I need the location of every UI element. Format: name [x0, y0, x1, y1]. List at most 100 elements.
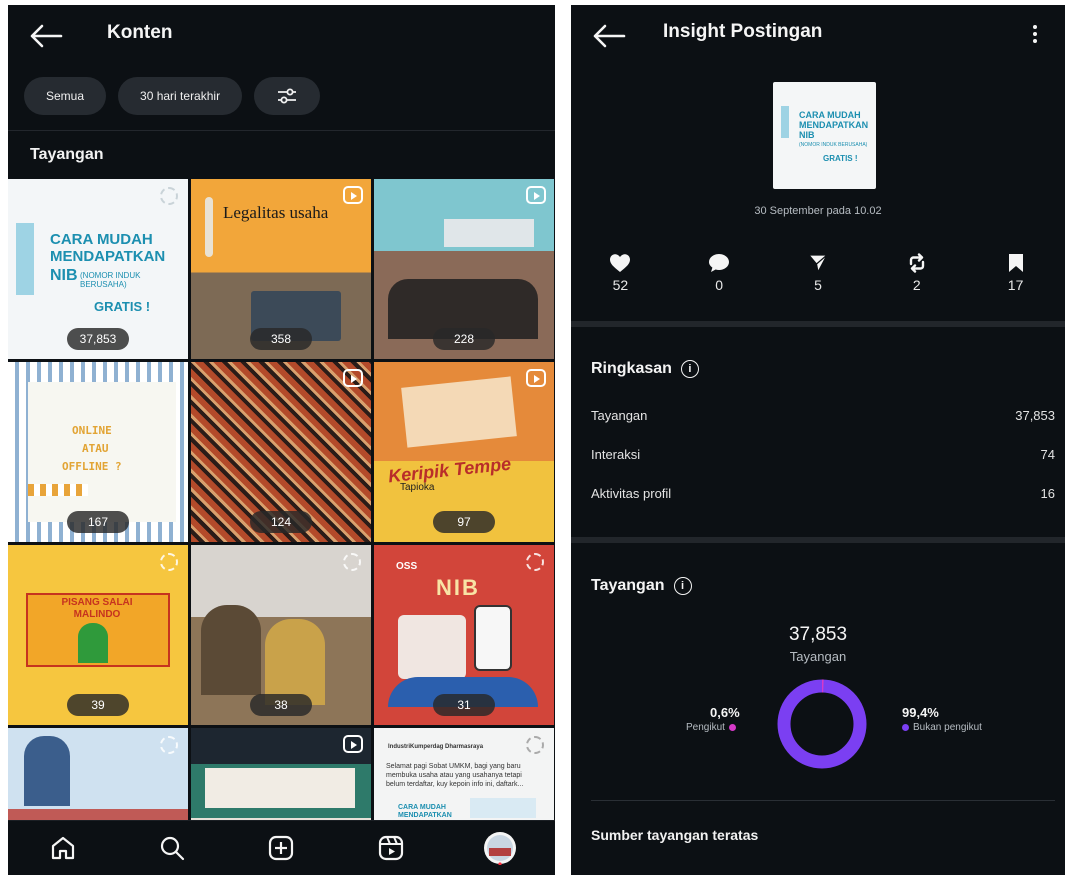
row-label: Tayangan [591, 408, 648, 423]
carousel-icon [343, 553, 361, 571]
reel-icon [526, 369, 546, 387]
tile-subtitle: ATAU [82, 442, 109, 455]
saves-metric: 17 [966, 253, 1065, 293]
view-count: 228 [433, 328, 495, 350]
summary-heading: Ringkasan i [591, 360, 699, 378]
followers-percent: 0,6% [710, 705, 740, 720]
comments-count: 0 [715, 277, 724, 293]
comment-icon [709, 254, 730, 272]
row-value: 16 [1040, 486, 1055, 501]
reel-icon [343, 186, 363, 204]
divider [8, 130, 555, 131]
post-tile[interactable]: 38 [191, 545, 371, 725]
post-date: 30 September pada 10.02 [754, 205, 882, 217]
reel-icon [526, 186, 546, 204]
nonfollowers-dot [902, 724, 909, 731]
post-tile[interactable]: ONLINE ATAU OFFLINE ? 167 [8, 362, 188, 542]
nav-search[interactable] [152, 828, 192, 868]
nav-home[interactable] [43, 828, 83, 868]
view-count: 37,853 [67, 328, 129, 350]
nav-reels[interactable] [371, 828, 411, 868]
row-label: Interaksi [591, 447, 641, 462]
tile-graphic [398, 615, 466, 679]
views-title: Tayangan [591, 577, 665, 594]
post-tile[interactable]: PISANG SALAI MALINDO 39 [8, 545, 188, 725]
saves-count: 17 [1007, 277, 1024, 293]
tile-graphic [474, 605, 512, 671]
post-tile[interactable]: CARA MUDAH MENDAPATKAN NIB (NOMOR INDUK … [8, 179, 188, 359]
create-icon [269, 835, 294, 861]
likes-metric: 52 [571, 253, 670, 293]
view-count: 167 [67, 511, 129, 533]
nonfollowers-percent: 99,4% [902, 705, 939, 720]
views-total: 37,853 [788, 624, 848, 645]
nonfollowers-legend: Bukan pengikut [902, 722, 982, 733]
post-tile[interactable]: Legalitas usaha 358 [191, 179, 371, 359]
shares-metric: 5 [769, 253, 868, 293]
save-icon [1008, 254, 1023, 272]
oss-badge: OSS [396, 561, 418, 572]
insight-screen: Insight Postingan CARA MUDAH MENDAPATKAN… [571, 5, 1065, 875]
thumbnail-heading: CARA MUDAH MENDAPATKAN NIB [799, 110, 869, 140]
post-thumbnail[interactable]: CARA MUDAH MENDAPATKAN NIB (NOMOR INDUK … [773, 82, 876, 189]
nav-profile[interactable] [480, 828, 520, 868]
tile-graphic [781, 106, 789, 138]
repost-icon [909, 253, 924, 273]
view-count: 124 [250, 511, 312, 533]
summary-row[interactable]: Aktivitas profil 16 [591, 486, 1055, 501]
reel-icon [343, 369, 363, 387]
shares-count: 5 [814, 277, 822, 293]
back-arrow-icon[interactable] [591, 23, 627, 49]
info-icon[interactable]: i [680, 360, 699, 378]
nonfollowers-label: Bukan pengikut [913, 722, 982, 733]
home-icon [51, 836, 74, 860]
carousel-icon [160, 553, 178, 571]
filter-all-chip[interactable]: Semua [24, 77, 107, 115]
nav-create[interactable] [261, 828, 301, 868]
post-tile[interactable]: 124 [191, 362, 371, 542]
post-tile[interactable]: OSS NIB 31 [374, 545, 554, 725]
row-value: 74 [1040, 447, 1055, 462]
tile-heading: PISANG SALAI MALINDO [61, 597, 133, 620]
row-label: Aktivitas profil [591, 486, 672, 501]
tile-heading: Legalitas usaha [223, 203, 329, 222]
tile-note: OFFLINE ? [62, 460, 122, 473]
view-count: 31 [433, 694, 495, 716]
tile-graphic [24, 736, 70, 806]
nonfollowers-segment [777, 679, 867, 769]
filter-settings-chip[interactable] [254, 77, 321, 115]
carousel-icon [526, 553, 544, 571]
tile-subtitle: NIB [50, 267, 78, 284]
more-options-icon[interactable] [1027, 21, 1043, 47]
tile-graphic [265, 619, 325, 705]
reels-icon [378, 835, 403, 861]
divider [571, 321, 1065, 327]
tile-graphic [78, 623, 108, 663]
summary-row[interactable]: Interaksi 74 [591, 447, 1055, 462]
post-tile[interactable]: 228 [374, 179, 554, 359]
share-icon [808, 254, 828, 273]
sliders-icon [278, 88, 297, 104]
heart-icon [610, 254, 631, 272]
reel-icon [343, 735, 363, 753]
page-title: Insight Postingan [663, 21, 823, 42]
view-count: 358 [250, 328, 312, 350]
filter-chips: Semua 30 hari terakhir [24, 77, 321, 115]
back-arrow-icon[interactable] [28, 23, 64, 49]
audience-donut-chart [777, 679, 867, 769]
carousel-icon [160, 187, 178, 205]
thumbnail-note: (NOMOR INDUK BERUSAHA) [799, 142, 868, 148]
tile-heading: ONLINE [72, 424, 112, 437]
content-screen: Konten Semua 30 hari terakhir Tayangan C… [8, 5, 555, 875]
carousel-icon [160, 736, 178, 754]
filter-range-chip[interactable]: 30 hari terakhir [118, 77, 243, 115]
summary-row[interactable]: Tayangan 37,853 [591, 408, 1055, 423]
tile-body: Selamat pagi Sobat UMKM, bagi yang baru … [386, 763, 524, 788]
info-icon[interactable]: i [673, 577, 692, 595]
tile-graphic [16, 223, 34, 295]
followers-legend: Pengikut [686, 722, 736, 733]
post-tile[interactable]: Keripik Tempe Tapioka 97 [374, 362, 554, 542]
view-count: 39 [67, 694, 129, 716]
top-sources-heading: Sumber tayangan teratas [591, 827, 759, 843]
followers-dot [728, 724, 736, 731]
